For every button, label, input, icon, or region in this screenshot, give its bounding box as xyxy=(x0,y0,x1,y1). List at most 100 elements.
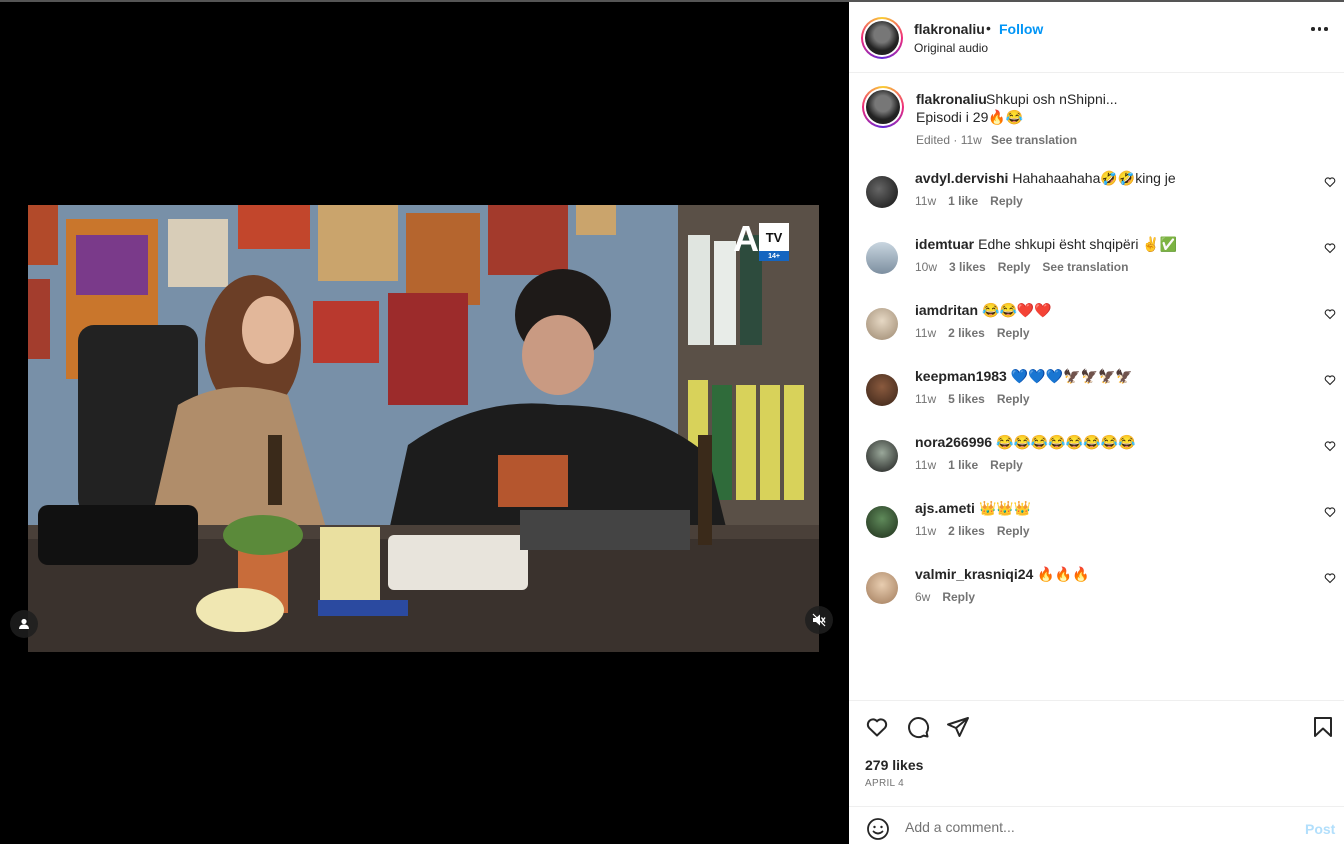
comment-avatar[interactable] xyxy=(866,176,898,208)
caption-username[interactable]: flakronaliu xyxy=(916,91,987,107)
comment-text: 👑👑👑 xyxy=(978,500,1032,516)
caption-avatar[interactable] xyxy=(862,86,904,128)
author-avatar[interactable] xyxy=(861,17,903,59)
comment-item: ajs.ameti 👑👑👑 11w 2 likes Reply xyxy=(849,500,1344,560)
comment-text: 😂😂😂😂😂😂😂😂 xyxy=(996,434,1136,450)
comment-time[interactable]: 11w xyxy=(915,458,936,472)
comment-heart-icon[interactable] xyxy=(1324,506,1336,518)
comment-heart-icon[interactable] xyxy=(1324,440,1336,452)
comment-avatar[interactable] xyxy=(866,572,898,604)
post-header: flakronaliu • Follow Original audio xyxy=(849,2,1344,73)
comment-username[interactable]: ajs.ameti 👑👑👑 xyxy=(915,500,1031,517)
comment-item: iamdritan 😂😂❤️❤️ 11w 2 likes Reply xyxy=(849,302,1344,362)
smiley-icon[interactable] xyxy=(866,817,890,841)
comment-text: 😂😂❤️❤️ xyxy=(982,302,1052,318)
post-panel: flakronaliu • Follow Original audio flak… xyxy=(849,2,1344,844)
reply-button[interactable]: Reply xyxy=(990,458,1023,472)
comment-text: 🔥🔥🔥 xyxy=(1037,566,1090,582)
comment-item: keepman1983 💙💙💙🦅🦅🦅🦅 11w 5 likes Reply xyxy=(849,368,1344,428)
reply-button[interactable]: Reply xyxy=(997,326,1030,340)
comment-likes[interactable]: 5 likes xyxy=(948,392,985,406)
comment-username[interactable]: nora266996 😂😂😂😂😂😂😂😂 xyxy=(915,434,1136,451)
like-count[interactable]: 279 likes xyxy=(865,757,923,773)
channel-logo: A TV 14+ xyxy=(733,218,789,261)
comment-item: valmir_krasniqi24 🔥🔥🔥 6w Reply xyxy=(849,566,1344,626)
video-player[interactable]: A TV 14+ xyxy=(28,205,819,652)
post-actions: 279 likes APRIL 4 Post xyxy=(849,700,1344,844)
post-comment-button[interactable]: Post xyxy=(1305,821,1335,837)
comment-time[interactable]: 11w xyxy=(915,194,936,208)
caption-meta: Edited · 11w xyxy=(916,133,982,147)
comment-avatar[interactable] xyxy=(866,374,898,406)
comment-avatar[interactable] xyxy=(866,242,898,274)
comment-time[interactable]: 6w xyxy=(915,590,930,604)
post-date: APRIL 4 xyxy=(865,778,904,789)
comment-time[interactable]: 11w xyxy=(915,392,936,406)
comment-username[interactable]: iamdritan 😂😂❤️❤️ xyxy=(915,302,1052,319)
reply-button[interactable]: Reply xyxy=(997,524,1030,538)
comment-likes[interactable]: 1 like xyxy=(948,458,978,472)
comment-likes[interactable]: 2 likes xyxy=(948,326,985,340)
mute-toggle-button[interactable] xyxy=(805,606,833,634)
comment-meta: 11w 5 likes Reply xyxy=(915,392,1042,406)
comment-meta: 11w 1 like Reply xyxy=(915,194,1035,208)
caption-line-2: Episodi i 29🔥😂 xyxy=(916,109,1024,125)
comment-text: Hahahaahaha🤣🤣king je xyxy=(1012,170,1176,186)
reply-button[interactable]: Reply xyxy=(997,392,1030,406)
comment-avatar[interactable] xyxy=(866,506,898,538)
comment-heart-icon[interactable] xyxy=(1324,374,1336,386)
comment-text: Edhe shkupi ësht shqipëri ✌️✅ xyxy=(978,236,1178,252)
comment-username[interactable]: valmir_krasniqi24 🔥🔥🔥 xyxy=(915,566,1090,583)
comment-username[interactable]: keepman1983 💙💙💙🦅🦅🦅🦅 xyxy=(915,368,1133,385)
comment-likes[interactable]: 2 likes xyxy=(948,524,985,538)
add-comment-row: Post xyxy=(849,806,1344,844)
comment-avatar[interactable] xyxy=(866,308,898,340)
audio-link[interactable]: Original audio xyxy=(914,41,988,55)
comment-bubble-icon[interactable] xyxy=(906,715,930,739)
see-translation-link[interactable]: See translation xyxy=(991,133,1077,147)
comment-meta: 11w 2 likes Reply xyxy=(915,524,1042,538)
heart-icon[interactable] xyxy=(865,715,889,739)
reply-button[interactable]: Reply xyxy=(942,590,975,604)
comment-item: idemtuar Edhe shkupi ësht shqipëri ✌️✅ 10… xyxy=(849,236,1344,296)
more-dots-icon xyxy=(1311,27,1315,31)
comment-avatar[interactable] xyxy=(866,440,898,472)
comment-likes[interactable]: 3 likes xyxy=(949,260,986,274)
logo-tv: TV xyxy=(759,223,789,251)
logo-letter: A xyxy=(733,218,759,259)
media-viewer[interactable]: A TV 14+ xyxy=(0,2,849,844)
comment-item: nora266996 😂😂😂😂😂😂😂😂 11w 1 like Reply xyxy=(849,434,1344,494)
paper-plane-icon[interactable] xyxy=(946,715,970,739)
comment-time[interactable]: 11w xyxy=(915,524,936,538)
comment-meta: 10w 3 likes Reply See translation xyxy=(915,260,1140,274)
comment-username[interactable]: avdyl.dervishi Hahahaahaha🤣🤣king je xyxy=(915,170,1176,187)
separator-dot: • xyxy=(986,20,991,36)
comment-input[interactable] xyxy=(905,815,1285,839)
comment-meta: 11w 2 likes Reply xyxy=(915,326,1042,340)
see-translation-link[interactable]: See translation xyxy=(1042,260,1128,274)
comment-heart-icon[interactable] xyxy=(1324,242,1336,254)
follow-button[interactable]: Follow xyxy=(999,21,1043,37)
age-rating-badge: 14+ xyxy=(759,251,789,261)
author-username[interactable]: flakronaliu xyxy=(914,21,985,37)
comment-username[interactable]: idemtuar Edhe shkupi ësht shqipëri ✌️✅ xyxy=(915,236,1177,253)
comment-time[interactable]: 11w xyxy=(915,326,936,340)
caption-text: Shkupi osh nShipni... xyxy=(986,91,1118,107)
comment-heart-icon[interactable] xyxy=(1324,176,1336,188)
speaker-muted-icon xyxy=(812,613,826,627)
video-frame-scene xyxy=(28,205,819,652)
comment-heart-icon[interactable] xyxy=(1324,572,1336,584)
comment-item: avdyl.dervishi Hahahaahaha🤣🤣king je 11w 1 … xyxy=(849,170,1344,230)
reply-button[interactable]: Reply xyxy=(998,260,1031,274)
tagged-users-button[interactable] xyxy=(10,610,38,638)
comment-likes[interactable]: 1 like xyxy=(948,194,978,208)
more-options-button[interactable] xyxy=(1311,27,1328,31)
bookmark-icon[interactable] xyxy=(1311,715,1335,739)
comment-heart-icon[interactable] xyxy=(1324,308,1336,320)
comment-meta: 6w Reply xyxy=(915,590,987,604)
user-tag-icon xyxy=(19,618,29,629)
reply-button[interactable]: Reply xyxy=(990,194,1023,208)
comment-text: 💙💙💙🦅🦅🦅🦅 xyxy=(1010,368,1133,384)
comment-time[interactable]: 10w xyxy=(915,260,937,274)
comment-meta: 11w 1 like Reply xyxy=(915,458,1035,472)
